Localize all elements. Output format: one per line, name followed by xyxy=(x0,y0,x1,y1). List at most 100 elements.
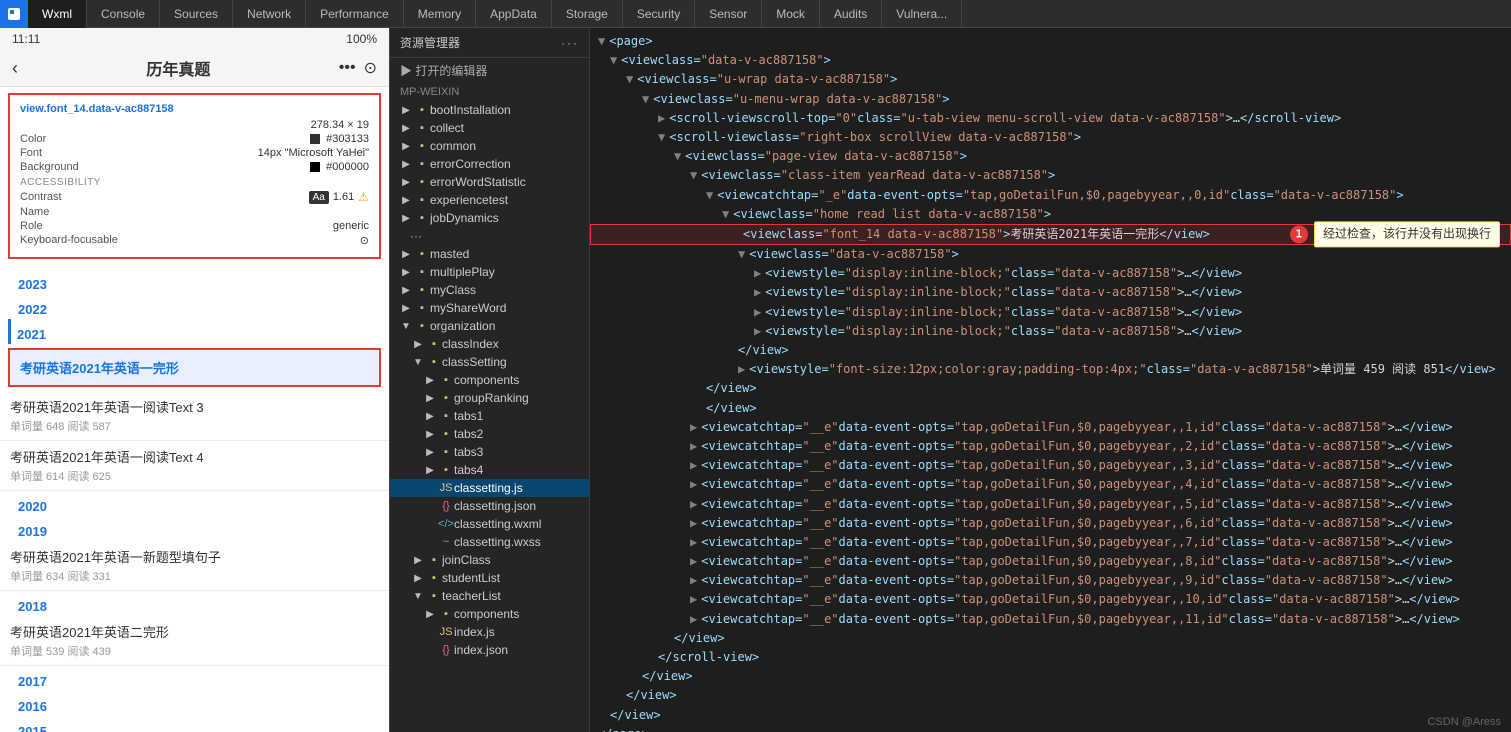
folder-icon: ▪ xyxy=(414,212,430,224)
tree-label: common xyxy=(430,139,589,153)
code-line-close3: </view> xyxy=(590,399,1511,418)
tab-security[interactable]: Security xyxy=(623,0,695,28)
tree-joinclass[interactable]: ▶ ▪ joinClass xyxy=(390,551,589,569)
tab-audits[interactable]: Audits xyxy=(820,0,882,28)
year-2018-label[interactable]: 2018 xyxy=(8,591,381,616)
year-2016-section: 2016 xyxy=(0,691,389,716)
tab-performance[interactable]: Performance xyxy=(306,0,404,28)
tree-bootinstallation[interactable]: ▶ ▪ bootInstallation xyxy=(390,101,589,119)
year-2023-label[interactable]: 2023 xyxy=(8,269,381,294)
year-2020-label[interactable]: 2020 xyxy=(8,491,381,516)
code-line-close-view2: </view> xyxy=(590,667,1511,686)
tree-myclass[interactable]: ▶ ▪ myClass xyxy=(390,281,589,299)
tree-masted[interactable]: ▶ ▪ masted xyxy=(390,245,589,263)
list-item-1[interactable]: 考研英语2021年英语一阅读Text 3 单词量 648 阅读 587 xyxy=(0,391,389,441)
tree-teacherlist[interactable]: ▼ ▪ teacherList xyxy=(390,587,589,605)
tab-memory[interactable]: Memory xyxy=(404,0,476,28)
tree-common[interactable]: ▶ ▪ common xyxy=(390,137,589,155)
top-tab-bar: Wxml Console Sources Network Performance… xyxy=(0,0,1511,28)
tab-storage[interactable]: Storage xyxy=(552,0,623,28)
tree-multipleplay[interactable]: ▶ ▪ multiplePlay xyxy=(390,263,589,281)
code-line-close-view: </view> xyxy=(590,629,1511,648)
list-scroll[interactable]: 2023 2022 2021 考研英语2021年英语一完形 考研英语2021年英… xyxy=(0,265,389,732)
tree-teacher-components[interactable]: ▶ ▪ components xyxy=(390,605,589,623)
tree-classsetting[interactable]: ▼ ▪ classSetting xyxy=(390,353,589,371)
code-line-scroll1: ▶<scroll-view scroll-top="0" class="u-ta… xyxy=(590,109,1511,128)
tab-sensor[interactable]: Sensor xyxy=(695,0,762,28)
tree-label: studentList xyxy=(442,571,589,585)
year-2021-section: 2021 xyxy=(0,319,389,344)
tree-tabs2[interactable]: ▶ ▪ tabs2 xyxy=(390,425,589,443)
tree-components[interactable]: ▶ ▪ components xyxy=(390,371,589,389)
filetree-menu[interactable]: ··· xyxy=(561,36,579,50)
year-2022-label[interactable]: 2022 xyxy=(8,294,381,319)
tree-more[interactable]: ··· xyxy=(390,227,589,245)
tree-studentlist[interactable]: ▶ ▪ studentList xyxy=(390,569,589,587)
contrast-badge: Aa xyxy=(309,191,329,204)
tree-label: joinClass xyxy=(442,553,589,567)
tree-collect[interactable]: ▶ ▪ collect xyxy=(390,119,589,137)
dots-icon[interactable]: ••• xyxy=(339,59,356,77)
list-item-4-name: 考研英语2021年英语二完形 xyxy=(10,622,379,641)
wxss-file-icon: ~ xyxy=(438,536,454,548)
code-line-view10: ▶<view style="display:inline-block;" cla… xyxy=(590,283,1511,302)
tree-groupranking[interactable]: ▶ ▪ groupRanking xyxy=(390,389,589,407)
tooltip-dimensions-value: 278.34 × 19 xyxy=(311,119,369,131)
tree-label: components xyxy=(454,607,589,621)
tab-network[interactable]: Network xyxy=(233,0,306,28)
tooltip-bg-label: Background xyxy=(20,161,79,173)
tree-errorwordstatistic[interactable]: ▶ ▪ errorWordStatistic xyxy=(390,173,589,191)
code-panel[interactable]: ▼<page> ▼<view class="data-v-ac887158"> … xyxy=(590,28,1511,732)
highlighted-title: 考研英语2021年英语一完形 xyxy=(20,358,369,377)
tree-experiencetest[interactable]: ▶ ▪ experiencetest xyxy=(390,191,589,209)
tab-console[interactable]: Console xyxy=(87,0,160,28)
tree-classsetting-js[interactable]: JS classetting.js xyxy=(390,479,589,497)
back-button[interactable]: ‹ xyxy=(12,58,18,79)
tooltip-font-value: 14px "Microsoft YaHei" xyxy=(258,147,369,159)
year-2015-label[interactable]: 2015 xyxy=(8,716,381,732)
tree-jobdynamics[interactable]: ▶ ▪ jobDynamics xyxy=(390,209,589,227)
tab-sources[interactable]: Sources xyxy=(160,0,233,28)
tree-classsetting-json[interactable]: {} classetting.json xyxy=(390,497,589,515)
code-line-catchtap4: ▶<view catchtap="__e" data-event-opts="t… xyxy=(590,475,1511,494)
list-item-4[interactable]: 考研英语2021年英语二完形 单词量 539 阅读 439 xyxy=(0,616,389,666)
code-line-view9: ▶<view style="display:inline-block;" cla… xyxy=(590,264,1511,283)
code-line-catchtap3: ▶<view catchtap="__e" data-event-opts="t… xyxy=(590,456,1511,475)
tree-classsetting-wxml[interactable]: </> classetting.wxml xyxy=(390,515,589,533)
year-2021-label[interactable]: 2021 xyxy=(8,319,56,344)
tab-mock[interactable]: Mock xyxy=(762,0,820,28)
code-line-word-count: ▶<view style="font-size:12px;color:gray;… xyxy=(590,360,1511,379)
tab-appdata[interactable]: AppData xyxy=(476,0,552,28)
year-2017-section: 2017 xyxy=(0,666,389,691)
tree-index-js[interactable]: JS index.js xyxy=(390,623,589,641)
open-editor-section[interactable]: ▶ 打开的编辑器 xyxy=(390,58,589,83)
tree-label: classetting.js xyxy=(454,481,589,495)
tree-label: index.json xyxy=(454,643,589,657)
tree-tabs3[interactable]: ▶ ▪ tabs3 xyxy=(390,443,589,461)
highlighted-list-item[interactable]: 考研英语2021年英语一完形 xyxy=(8,348,381,387)
list-item-2[interactable]: 考研英语2021年英语一阅读Text 4 单词量 614 阅读 625 xyxy=(0,441,389,491)
tab-wxml[interactable]: Wxml xyxy=(28,0,87,28)
list-item-3[interactable]: 考研英语2021年英语一新题型填句子 单词量 634 阅读 331 xyxy=(0,541,389,591)
tab-vulnera[interactable]: Vulnera... xyxy=(882,0,962,28)
tree-arrow-icon: ▼ xyxy=(398,321,414,332)
year-2016-label[interactable]: 2016 xyxy=(8,691,381,716)
phone-header-icons: ••• ⊙ xyxy=(339,58,377,78)
tree-organization[interactable]: ▼ ▪ organization xyxy=(390,317,589,335)
year-2017-label[interactable]: 2017 xyxy=(8,666,381,691)
year-2019-label[interactable]: 2019 xyxy=(8,516,381,541)
tree-index-json[interactable]: {} index.json xyxy=(390,641,589,659)
code-line-catchtap11: ▶<view catchtap="__e" data-event-opts="t… xyxy=(590,610,1511,629)
tree-label: multiplePlay xyxy=(430,265,589,279)
folder-icon: ▪ xyxy=(426,590,442,602)
tree-errorcorrection[interactable]: ▶ ▪ errorCorrection xyxy=(390,155,589,173)
tree-tabs1[interactable]: ▶ ▪ tabs1 xyxy=(390,407,589,425)
tree-classsetting-wxss[interactable]: ~ classetting.wxss xyxy=(390,533,589,551)
record-icon[interactable]: ⊙ xyxy=(364,58,377,78)
tree-classindex[interactable]: ▶ ▪ classIndex xyxy=(390,335,589,353)
tree-label: classetting.wxml xyxy=(454,517,589,531)
tree-tabs4[interactable]: ▶ ▪ tabs4 xyxy=(390,461,589,479)
tooltip-color-row: Color #303133 xyxy=(20,133,369,145)
tree-myshareword[interactable]: ▶ ▪ myShareWord xyxy=(390,299,589,317)
accessibility-label: ACCESSIBILITY xyxy=(20,177,369,188)
